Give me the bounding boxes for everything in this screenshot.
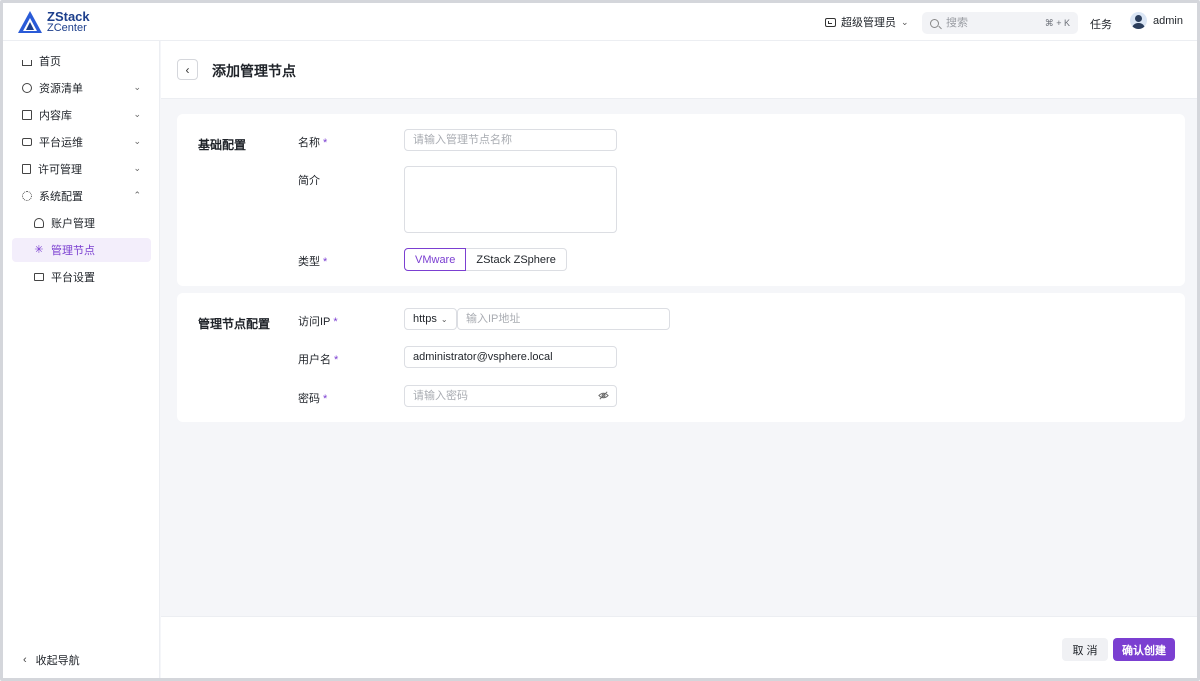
sidebar-item-label: 内容库 (39, 110, 72, 122)
user-name: admin (1153, 14, 1183, 27)
sidebar-item-label: 平台运维 (39, 137, 83, 149)
confirm-create-button[interactable]: 确认创建 (1113, 638, 1175, 661)
zstack-logo-icon (18, 11, 42, 33)
section-title: 基础配置 (198, 138, 247, 152)
role-switcher[interactable]: 超级管理员 ⌄ (825, 14, 909, 30)
description-label: 简介 (298, 175, 320, 187)
brand-logo[interactable]: ZStack ZCenter (17, 8, 90, 36)
sidebar-item-label: 首页 (39, 56, 61, 68)
chevron-down-icon: ⌄ (901, 16, 909, 27)
sidebar-item-license[interactable]: 许可管理 ⌄ (12, 157, 151, 181)
sidebar-item-system-config[interactable]: 系统配置 ⌃ (12, 184, 151, 208)
sidebar-item-label: 许可管理 (38, 164, 82, 176)
sidebar: 首页 资源清单 ⌄ 内容库 ⌄ 平台运维 ⌄ 许可管理 ⌄ 系统配置 ⌃ 账户管… (3, 41, 160, 678)
license-icon (22, 164, 31, 174)
chevron-down-icon: ⌄ (133, 109, 141, 119)
chevron-down-icon: ⌄ (133, 82, 141, 92)
sidebar-item-platform-settings[interactable]: 平台设置 (12, 265, 151, 289)
chevron-up-icon: ⌃ (133, 190, 141, 200)
type-option-zsphere[interactable]: ZStack ZSphere (466, 248, 567, 271)
terminal-icon (825, 17, 836, 27)
sidebar-item-home[interactable]: 首页 (12, 49, 151, 73)
name-label: 名称 * (298, 137, 328, 149)
section-title: 管理节点配置 (198, 317, 271, 331)
sidebar-item-accounts[interactable]: 账户管理 (12, 211, 151, 235)
node-config-card: 管理节点配置 访问IP* https ⌄ 用户名* 密码* (177, 293, 1185, 422)
search-shortcut: ⌘ + K (1044, 17, 1070, 28)
type-selector: VMware ZStack ZSphere (404, 248, 567, 271)
collapse-nav-label: 收起导航 (35, 655, 80, 667)
chevron-left-icon: ‹ (185, 62, 190, 77)
user-icon (34, 218, 44, 228)
collapse-nav-button[interactable]: ‹ 收起导航 (23, 652, 80, 668)
sidebar-item-resources[interactable]: 资源清单 ⌄ (12, 76, 151, 100)
globe-icon (22, 83, 32, 93)
sidebar-item-label: 平台设置 (51, 272, 95, 284)
global-search[interactable]: ⌘ + K (922, 12, 1078, 34)
gear-icon (22, 191, 32, 201)
sidebar-item-operations[interactable]: 平台运维 ⌄ (12, 130, 151, 154)
description-textarea[interactable] (404, 166, 617, 233)
chevron-down-icon: ⌄ (133, 136, 141, 146)
username-label: 用户名 * (298, 354, 339, 366)
page-header: ‹ 添加管理节点 (161, 41, 1197, 99)
page-title: 添加管理节点 (212, 63, 296, 79)
node-icon: ✳ (34, 244, 44, 256)
top-header: ZStack ZCenter 超级管理员 ⌄ ⌘ + K 任务 admin (3, 3, 1197, 41)
password-field (404, 385, 617, 407)
search-icon (930, 18, 939, 28)
sidebar-item-label: 系统配置 (39, 191, 83, 203)
protocol-value: https (413, 313, 437, 325)
role-label: 超级管理员 (841, 17, 896, 29)
chevron-down-icon: ⌄ (133, 163, 141, 173)
brand-product: ZCenter (47, 22, 87, 34)
mail-icon (34, 273, 44, 281)
cancel-button[interactable]: 取 消 (1062, 638, 1108, 661)
chevron-down-icon: ⌄ (440, 314, 448, 324)
sidebar-item-label: 账户管理 (51, 218, 95, 230)
avatar (1130, 12, 1147, 29)
home-icon (22, 60, 32, 66)
password-input[interactable] (404, 385, 617, 407)
search-input[interactable] (946, 17, 1036, 29)
sidebar-item-library[interactable]: 内容库 ⌄ (12, 103, 151, 127)
password-label: 密码 * (298, 393, 328, 405)
user-menu[interactable]: admin (1130, 12, 1183, 29)
type-label: 类型 * (298, 256, 328, 268)
username-input[interactable] (404, 346, 617, 368)
basic-config-card: 基础配置 名称* 简介 类型* VMware ZStack ZSphere (177, 114, 1185, 286)
name-input[interactable] (404, 129, 617, 151)
app-window: ZStack ZCenter 超级管理员 ⌄ ⌘ + K 任务 admin 首页 (0, 0, 1200, 681)
sidebar-item-label: 资源清单 (39, 83, 83, 95)
form-footer: 取 消 确认创建 (161, 616, 1197, 678)
ip-input[interactable] (457, 308, 670, 330)
eye-off-icon[interactable] (598, 390, 609, 401)
ip-label: 访问IP * (298, 316, 338, 328)
chevron-left-icon: ‹ (23, 654, 27, 666)
tasks-link[interactable]: 任务 (1090, 16, 1112, 32)
monitor-icon (22, 138, 32, 146)
library-icon (22, 110, 32, 120)
back-button[interactable]: ‹ (177, 59, 198, 80)
protocol-select[interactable]: https ⌄ (404, 308, 457, 330)
type-option-vmware[interactable]: VMware (404, 248, 467, 271)
sidebar-item-management-nodes[interactable]: ✳ 管理节点 (12, 238, 151, 262)
sidebar-item-label: 管理节点 (51, 245, 95, 257)
